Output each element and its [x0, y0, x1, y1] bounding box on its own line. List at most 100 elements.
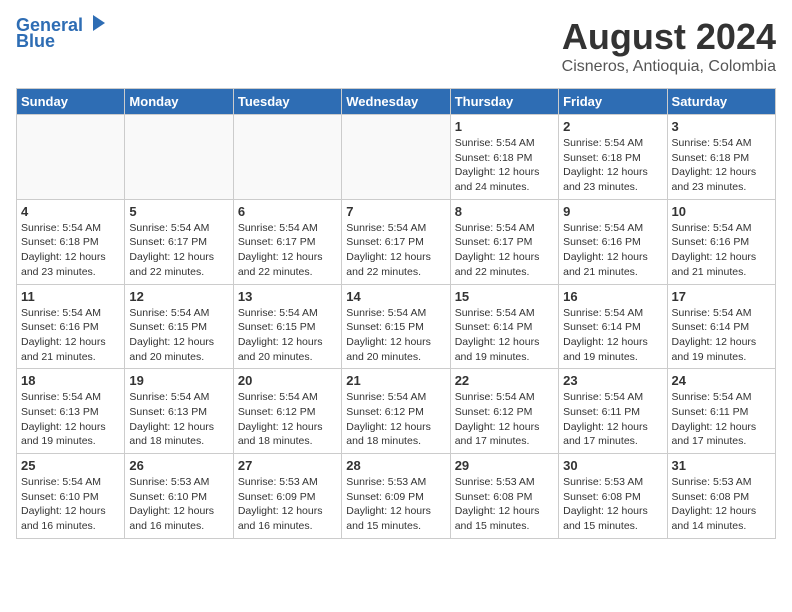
day-number: 21	[346, 373, 445, 388]
calendar-cell: 20 Sunrise: 5:54 AMSunset: 6:12 PMDayligh…	[233, 369, 341, 454]
day-info: Sunrise: 5:54 AMSunset: 6:12 PMDaylight:…	[238, 390, 337, 449]
calendar-cell: 3 Sunrise: 5:54 AMSunset: 6:18 PMDaylight…	[667, 115, 775, 200]
calendar-week-row: 11 Sunrise: 5:54 AMSunset: 6:16 PMDayligh…	[17, 284, 776, 369]
calendar-cell: 28 Sunrise: 5:53 AMSunset: 6:09 PMDayligh…	[342, 454, 450, 539]
calendar-cell: 24 Sunrise: 5:54 AMSunset: 6:11 PMDayligh…	[667, 369, 775, 454]
calendar-cell: 31 Sunrise: 5:53 AMSunset: 6:08 PMDayligh…	[667, 454, 775, 539]
weekday-header: Sunday	[17, 89, 125, 115]
day-number: 8	[455, 204, 554, 219]
weekday-header: Wednesday	[342, 89, 450, 115]
day-info: Sunrise: 5:54 AMSunset: 6:14 PMDaylight:…	[672, 306, 771, 365]
day-info: Sunrise: 5:54 AMSunset: 6:18 PMDaylight:…	[563, 136, 662, 195]
calendar-cell: 26Sunrise: 5:53 AMSunset: 6:10 PMDayligh…	[125, 454, 233, 539]
day-number: 19	[129, 373, 228, 388]
day-number: 20	[238, 373, 337, 388]
day-number: 27	[238, 458, 337, 473]
calendar-cell: 6Sunrise: 5:54 AMSunset: 6:17 PMDaylight…	[233, 199, 341, 284]
day-info: Sunrise: 5:54 AMSunset: 6:17 PMDaylight:…	[238, 221, 337, 280]
day-info: Sunrise: 5:54 AMSunset: 6:18 PMDaylight:…	[21, 221, 120, 280]
day-info: Sunrise: 5:54 AMSunset: 6:18 PMDaylight:…	[455, 136, 554, 195]
day-info: Sunrise: 5:54 AMSunset: 6:13 PMDaylight:…	[21, 390, 120, 449]
day-number: 28	[346, 458, 445, 473]
calendar-cell: 5Sunrise: 5:54 AMSunset: 6:17 PMDaylight…	[125, 199, 233, 284]
day-info: Sunrise: 5:54 AMSunset: 6:17 PMDaylight:…	[346, 221, 445, 280]
day-number: 25	[21, 458, 120, 473]
calendar-cell: 25 Sunrise: 5:54 AMSunset: 6:10 PMDayligh…	[17, 454, 125, 539]
day-info: Sunrise: 5:54 AMSunset: 6:18 PMDaylight:…	[672, 136, 771, 195]
day-number: 14	[346, 289, 445, 304]
calendar-week-row: 4 Sunrise: 5:54 AMSunset: 6:18 PMDaylight…	[17, 199, 776, 284]
day-number: 16	[563, 289, 662, 304]
calendar-cell	[233, 115, 341, 200]
day-number: 4	[21, 204, 120, 219]
weekday-header: Monday	[125, 89, 233, 115]
calendar-cell: 27 Sunrise: 5:53 AMSunset: 6:09 PMDayligh…	[233, 454, 341, 539]
day-info: Sunrise: 5:54 AMSunset: 6:16 PMDaylight:…	[21, 306, 120, 365]
calendar-cell: 22 Sunrise: 5:54 AMSunset: 6:12 PMDayligh…	[450, 369, 558, 454]
day-info: Sunrise: 5:53 AMSunset: 6:08 PMDaylight:…	[672, 475, 771, 534]
calendar-cell: 1 Sunrise: 5:54 AMSunset: 6:18 PMDaylight…	[450, 115, 558, 200]
day-number: 5	[129, 204, 228, 219]
day-info: Sunrise: 5:54 AMSunset: 6:12 PMDaylight:…	[346, 390, 445, 449]
day-number: 23	[563, 373, 662, 388]
calendar-cell: 4 Sunrise: 5:54 AMSunset: 6:18 PMDaylight…	[17, 199, 125, 284]
day-info: Sunrise: 5:53 AMSunset: 6:08 PMDaylight:…	[563, 475, 662, 534]
calendar-cell: 11 Sunrise: 5:54 AMSunset: 6:16 PMDayligh…	[17, 284, 125, 369]
day-number: 24	[672, 373, 771, 388]
day-info: Sunrise: 5:54 AMSunset: 6:15 PMDaylight:…	[346, 306, 445, 365]
day-number: 13	[238, 289, 337, 304]
calendar-cell: 21 Sunrise: 5:54 AMSunset: 6:12 PMDayligh…	[342, 369, 450, 454]
logo: General Blue	[16, 16, 107, 52]
day-number: 7	[346, 204, 445, 219]
page-subtitle: Cisneros, Antioquia, Colombia	[562, 58, 776, 76]
day-number: 12	[129, 289, 228, 304]
day-info: Sunrise: 5:54 AMSunset: 6:10 PMDaylight:…	[21, 475, 120, 534]
day-info: Sunrise: 5:54 AMSunset: 6:11 PMDaylight:…	[672, 390, 771, 449]
calendar-cell: 13Sunrise: 5:54 AMSunset: 6:15 PMDayligh…	[233, 284, 341, 369]
day-number: 29	[455, 458, 554, 473]
calendar-cell: 8 Sunrise: 5:54 AMSunset: 6:17 PMDaylight…	[450, 199, 558, 284]
day-number: 3	[672, 119, 771, 134]
day-number: 22	[455, 373, 554, 388]
day-info: Sunrise: 5:54 AMSunset: 6:13 PMDaylight:…	[129, 390, 228, 449]
day-info: Sunrise: 5:54 AMSunset: 6:17 PMDaylight:…	[455, 221, 554, 280]
day-info: Sunrise: 5:54 AMSunset: 6:14 PMDaylight:…	[455, 306, 554, 365]
day-number: 17	[672, 289, 771, 304]
day-info: Sunrise: 5:54 AMSunset: 6:11 PMDaylight:…	[563, 390, 662, 449]
day-number: 9	[563, 204, 662, 219]
calendar-cell: 23 Sunrise: 5:54 AMSunset: 6:11 PMDayligh…	[559, 369, 667, 454]
day-info: Sunrise: 5:53 AMSunset: 6:08 PMDaylight:…	[455, 475, 554, 534]
day-number: 18	[21, 373, 120, 388]
day-info: Sunrise: 5:53 AMSunset: 6:09 PMDaylight:…	[346, 475, 445, 534]
calendar-week-row: 25 Sunrise: 5:54 AMSunset: 6:10 PMDayligh…	[17, 454, 776, 539]
page-header: General Blue August 2024 Cisneros, Antio…	[16, 16, 776, 76]
day-number: 2	[563, 119, 662, 134]
calendar-cell: 10Sunrise: 5:54 AMSunset: 6:16 PMDayligh…	[667, 199, 775, 284]
calendar-cell	[17, 115, 125, 200]
day-number: 15	[455, 289, 554, 304]
calendar-cell: 9Sunrise: 5:54 AMSunset: 6:16 PMDaylight…	[559, 199, 667, 284]
day-info: Sunrise: 5:53 AMSunset: 6:09 PMDaylight:…	[238, 475, 337, 534]
day-info: Sunrise: 5:54 AMSunset: 6:14 PMDaylight:…	[563, 306, 662, 365]
calendar-cell: 30Sunrise: 5:53 AMSunset: 6:08 PMDayligh…	[559, 454, 667, 539]
weekday-header: Thursday	[450, 89, 558, 115]
day-info: Sunrise: 5:54 AMSunset: 6:15 PMDaylight:…	[129, 306, 228, 365]
weekday-header: Saturday	[667, 89, 775, 115]
day-info: Sunrise: 5:54 AMSunset: 6:12 PMDaylight:…	[455, 390, 554, 449]
day-number: 11	[21, 289, 120, 304]
calendar-cell: 18 Sunrise: 5:54 AMSunset: 6:13 PMDayligh…	[17, 369, 125, 454]
day-number: 1	[455, 119, 554, 134]
day-number: 31	[672, 458, 771, 473]
calendar-cell: 29 Sunrise: 5:53 AMSunset: 6:08 PMDayligh…	[450, 454, 558, 539]
weekday-header-row: SundayMondayTuesdayWednesdayThursdayFrid…	[17, 89, 776, 115]
calendar-cell: 17 Sunrise: 5:54 AMSunset: 6:14 PMDayligh…	[667, 284, 775, 369]
calendar-cell	[342, 115, 450, 200]
weekday-header: Friday	[559, 89, 667, 115]
page-title: August 2024	[562, 16, 776, 58]
calendar-week-row: 18 Sunrise: 5:54 AMSunset: 6:13 PMDayligh…	[17, 369, 776, 454]
calendar-table: SundayMondayTuesdayWednesdayThursdayFrid…	[16, 88, 776, 539]
calendar-cell: 7 Sunrise: 5:54 AMSunset: 6:17 PMDaylight…	[342, 199, 450, 284]
calendar-cell: 15 Sunrise: 5:54 AMSunset: 6:14 PMDayligh…	[450, 284, 558, 369]
day-number: 10	[672, 204, 771, 219]
weekday-header: Tuesday	[233, 89, 341, 115]
